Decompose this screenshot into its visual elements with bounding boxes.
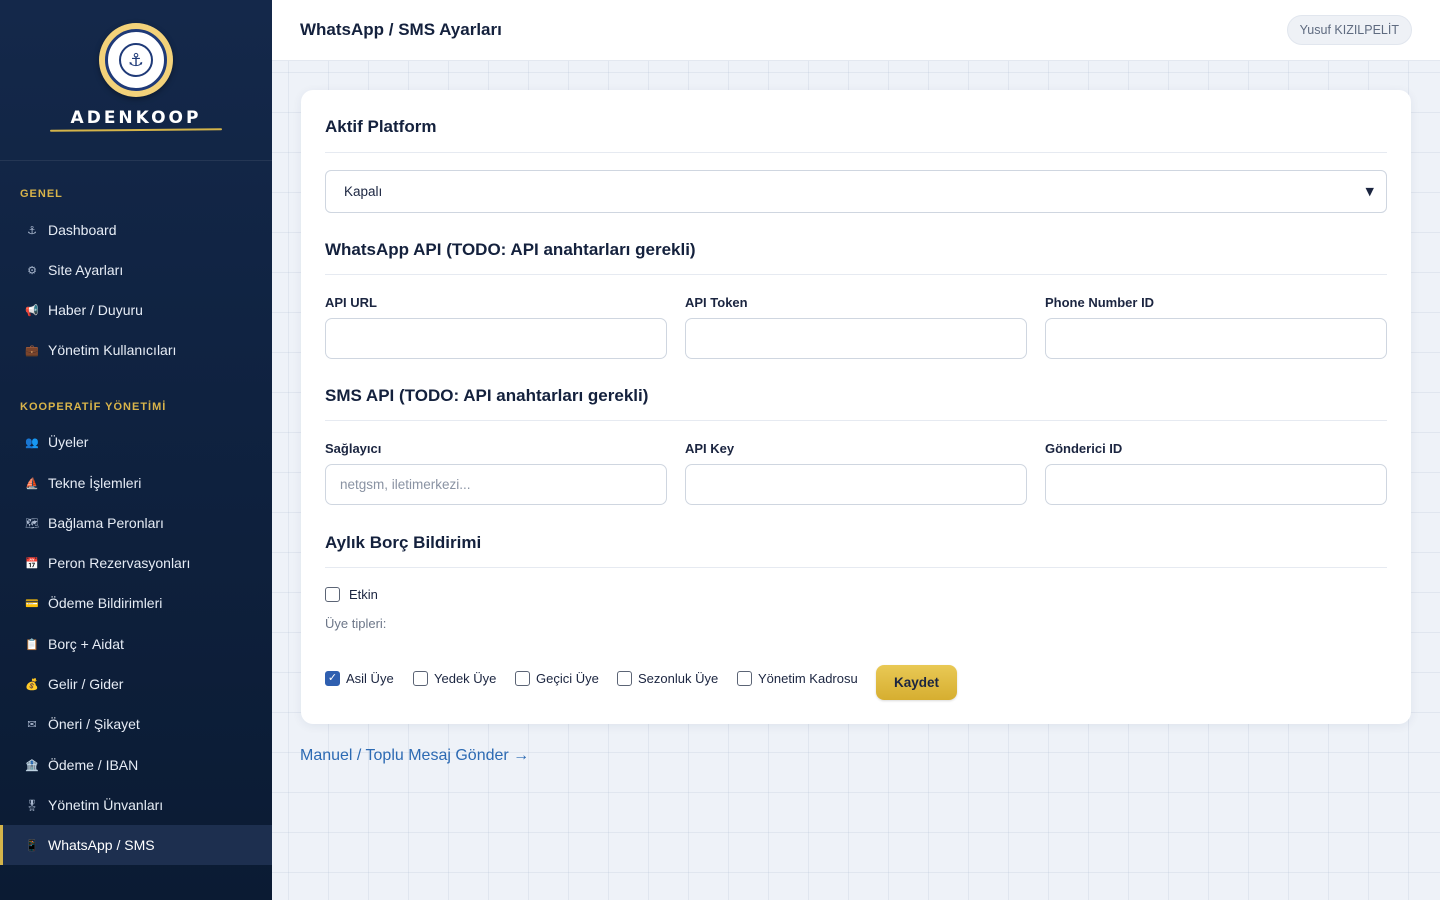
map-icon: 🗺 [25, 516, 39, 530]
checkbox-label: Asil Üye [346, 671, 394, 686]
sidebar-item-label: Ödeme Bildirimleri [48, 595, 163, 611]
mobile-icon: 📱 [25, 838, 39, 852]
sidebar-item-payment-notices[interactable]: 💳 Ödeme Bildirimleri [0, 583, 272, 623]
page-title: WhatsApp / SMS Ayarları [300, 20, 502, 39]
sidebar-item-label: Bağlama Peronları [48, 515, 164, 531]
sidebar-item-income-expense[interactable]: 💰 Gelir / Gider [0, 664, 272, 704]
api-url-input[interactable] [325, 318, 667, 359]
sidebar-item-boats[interactable]: ⛵ Tekne İşlemleri [0, 463, 272, 503]
sidebar-item-debt-dues[interactable]: 📋 Borç + Aidat [0, 624, 272, 664]
platform-section-title: Aktif Platform [325, 117, 437, 136]
provider-placeholder: netgsm, iletimerkezi... [340, 477, 471, 492]
sidebar-item-news[interactable]: 📢 Haber / Duyuru [0, 290, 272, 330]
section-divider [325, 567, 1387, 568]
sidebar-item-dashboard[interactable]: ⚓ Dashboard [0, 210, 272, 250]
sailboat-icon: ⛵ [25, 476, 39, 490]
api-key-input[interactable] [685, 464, 1027, 505]
section-divider [325, 152, 1387, 153]
brand-area: ⚓ ADENKOOP [0, 0, 272, 161]
checkbox-yonetim-kadrosu[interactable] [737, 671, 752, 686]
logo-emblem: ⚓ [105, 29, 167, 91]
sidebar-item-label: Borç + Aidat [48, 636, 124, 652]
api-key-label: API Key [685, 441, 735, 456]
sidebar-item-label: Yönetim Kullanıcıları [48, 342, 177, 358]
sidebar-item-admin-users[interactable]: 💼 Yönetim Kullanıcıları [0, 330, 272, 370]
topbar: WhatsApp / SMS Ayarları Yusuf KIZILPELİT [272, 0, 1440, 61]
bank-icon: 🏦 [25, 758, 39, 772]
sidebar-item-reservations[interactable]: 📅 Peron Rezervasyonları [0, 543, 272, 583]
api-token-input[interactable] [685, 318, 1027, 359]
clipboard-icon: 📋 [25, 637, 39, 651]
section-divider [325, 274, 1387, 275]
nav-section-genel: GENEL [20, 188, 63, 200]
provider-input[interactable]: netgsm, iletimerkezi... [325, 464, 667, 505]
sidebar-item-label: Tekne İşlemleri [48, 475, 142, 491]
user-menu[interactable]: Yusuf KIZILPELİT [1286, 15, 1412, 45]
checkbox-label: Sezonluk Üye [638, 671, 719, 686]
sidebar-item-label: Site Ayarları [48, 262, 124, 278]
sidebar-item-label: Üyeler [48, 434, 89, 450]
phone-number-id-input[interactable] [1045, 318, 1387, 359]
briefcase-icon: 💼 [25, 343, 39, 357]
anchor-emblem-icon: ⚓ [119, 43, 153, 77]
provider-label: Sağlayıcı [325, 441, 382, 456]
checkbox-label: Geçici Üye [536, 671, 599, 686]
platform-select-value: Kapalı [344, 184, 383, 199]
sender-id-input[interactable] [1045, 464, 1387, 505]
sidebar-item-label: Peron Rezervasyonları [48, 555, 191, 571]
gear-icon: ⚙ [27, 263, 37, 277]
brand-name: ADENKOOP [70, 108, 202, 128]
checkbox-gecici-uye[interactable] [515, 671, 530, 686]
nav-section-cooperative: KOOPERATİF YÖNETİMİ [20, 401, 167, 413]
medal-icon: 🎖 [25, 798, 39, 812]
sidebar-item-label: Ödeme / IBAN [48, 757, 139, 773]
sidebar-item-site-settings[interactable]: ⚙ Site Ayarları [0, 250, 272, 290]
money-bag-icon: 💰 [25, 677, 39, 691]
sidebar-item-whatsapp-sms[interactable]: 📱 WhatsApp / SMS [0, 825, 272, 865]
sidebar-item-suggestions[interactable]: ✉ Öneri / Şikayet [0, 704, 272, 744]
sidebar-item-label: Yönetim Ünvanları [48, 797, 164, 813]
checkbox-yedek-uye[interactable] [413, 671, 428, 686]
brand-underline [49, 128, 223, 132]
people-icon: 👥 [25, 435, 39, 449]
enabled-label: Etkin [349, 587, 378, 602]
member-types-label: Üye tipleri: [325, 616, 387, 631]
sidebar-item-payment-iban[interactable]: 🏦 Ödeme / IBAN [0, 745, 272, 785]
chevron-down-icon: ▼ [1365, 185, 1374, 198]
sidebar-item-members[interactable]: 👥 Üyeler [0, 422, 272, 462]
sms-section-title: SMS API (TODO: API anahtarları gerekli) [325, 386, 649, 405]
card-icon: 💳 [25, 596, 39, 610]
platform-select[interactable]: Kapalı ▼ [325, 170, 1387, 213]
whatsapp-section-title: WhatsApp API (TODO: API anahtarları gere… [325, 240, 696, 259]
envelope-icon: ✉ [27, 717, 37, 731]
cooperative-logo[interactable]: ⚓ [99, 23, 173, 97]
api-url-label: API URL [325, 295, 377, 310]
settings-card: Aktif Platform Kapalı ▼ WhatsApp API (TO… [301, 90, 1411, 724]
checkbox-asil-uye[interactable]: ✓ [325, 671, 340, 686]
api-token-label: API Token [685, 295, 748, 310]
manual-bulk-message-link[interactable]: Manuel / Toplu Mesaj Gönder → [300, 747, 529, 765]
megaphone-icon: 📢 [25, 303, 39, 317]
enabled-checkbox[interactable] [325, 587, 340, 602]
sidebar: ⚓ ADENKOOP GENEL ⚓ Dashboard ⚙ Site Ayar… [0, 0, 272, 900]
sidebar-item-titles[interactable]: 🎖 Yönetim Ünvanları [0, 785, 272, 825]
checkbox-sezonluk-uye[interactable] [617, 671, 632, 686]
sender-id-label: Gönderici ID [1045, 441, 1123, 456]
phone-number-id-label: Phone Number ID [1045, 295, 1155, 310]
anchor-icon: ⚓ [27, 223, 37, 237]
section-divider [325, 420, 1387, 421]
debt-section-title: Aylık Borç Bildirimi [325, 533, 482, 552]
sidebar-item-label: Dashboard [48, 222, 117, 238]
sidebar-item-label: Gelir / Gider [48, 676, 124, 692]
checkbox-label: Yönetim Kadrosu [758, 671, 858, 686]
sidebar-item-label: Öneri / Şikayet [48, 716, 140, 732]
sidebar-item-label: Haber / Duyuru [48, 302, 143, 318]
sidebar-item-berths[interactable]: 🗺 Bağlama Peronları [0, 503, 272, 543]
checkbox-label: Yedek Üye [434, 671, 497, 686]
save-button[interactable]: Kaydet [876, 665, 957, 700]
calendar-icon: 📅 [25, 556, 39, 570]
sidebar-item-label: WhatsApp / SMS [48, 837, 155, 853]
